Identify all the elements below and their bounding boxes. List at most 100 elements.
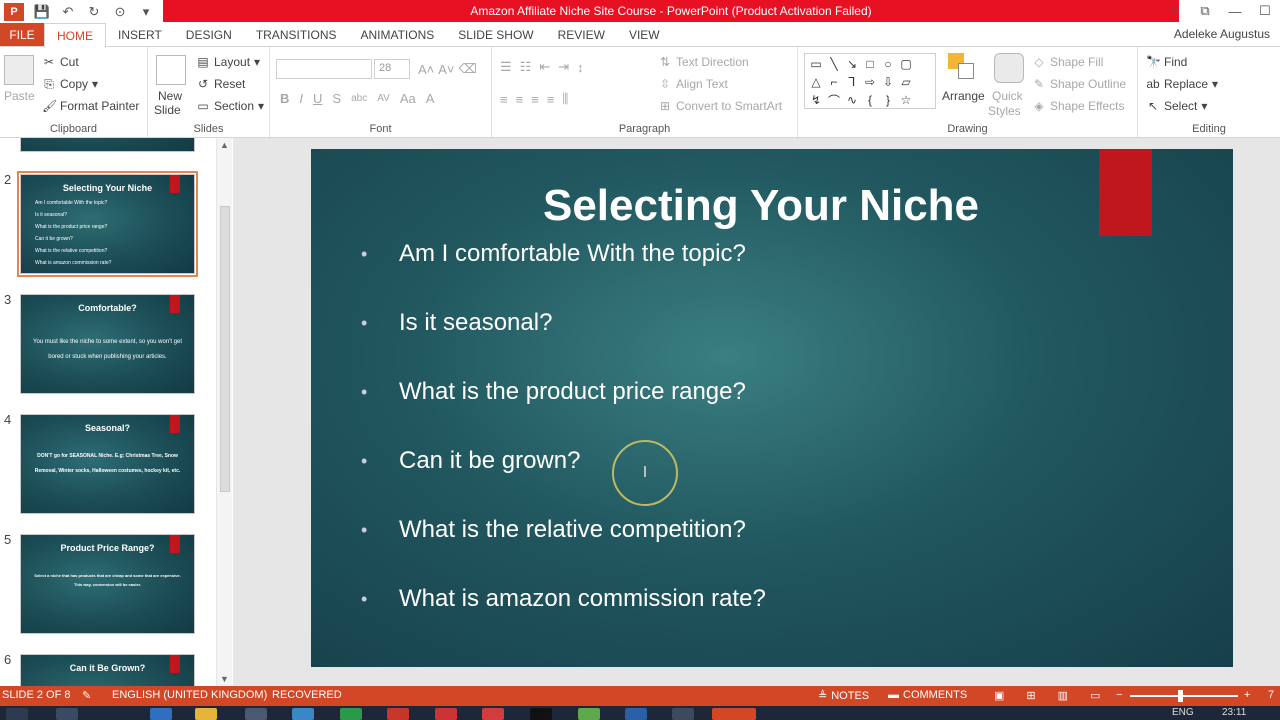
clock[interactable]: 23:11 [1222,707,1246,718]
tab-animations[interactable]: ANIMATIONS [348,23,446,47]
down-arrow-shape-icon[interactable]: ⇩ [879,73,897,91]
scroll-down-icon[interactable]: ▼ [220,674,229,684]
slide-bullet[interactable]: Is it seasonal? [361,308,766,377]
decrease-indent-icon[interactable]: ⇤ [539,59,550,75]
slide-bullet[interactable]: What is the product price range? [361,377,766,446]
redo-icon[interactable]: ↻ [82,2,106,22]
arc-shape-icon[interactable]: ⌒ [825,91,843,109]
change-case-icon[interactable]: Aa [400,91,416,106]
numbering-icon[interactable]: ☷ [520,59,532,75]
bullets-icon[interactable]: ☰ [500,59,512,75]
quick-styles-label-2[interactable]: Styles [988,104,1021,118]
normal-view-icon[interactable]: ▣ [994,689,1004,702]
ie-icon[interactable] [150,708,172,720]
shape-outline-button[interactable]: ✎ Shape Outline [1032,77,1126,91]
brace-right-shape-icon[interactable]: } [879,91,897,109]
tab-review[interactable]: REVIEW [546,23,617,47]
app-icon[interactable] [482,708,504,720]
search-icon[interactable] [56,708,78,720]
app-icon[interactable] [530,708,552,720]
zoom-slider-handle[interactable] [1178,690,1183,702]
app-icon[interactable] [387,708,409,720]
replace-button[interactable]: ab Replace ▾ [1146,77,1218,91]
shape-fill-button[interactable]: ◇ Shape Fill [1032,55,1103,69]
shrink-font-icon[interactable]: A˅ [438,62,454,77]
tab-slide-show[interactable]: SLIDE SHOW [446,23,545,47]
callout-shape-icon[interactable]: ▱ [897,73,915,91]
section-button[interactable]: ▭ Section ▾ [196,99,264,113]
new-slide-icon[interactable] [156,55,186,85]
slide-bullet[interactable]: What is the relative competition? [361,515,766,584]
minimize-button[interactable]: — [1220,0,1250,22]
slide-bullet[interactable]: Am I comfortable With the topic? [361,239,766,308]
shape-effects-button[interactable]: ◈ Shape Effects [1032,99,1124,113]
tab-insert[interactable]: INSERT [106,23,174,47]
thumbnail-scrollbar[interactable]: ▲ ▼ [216,138,232,686]
slide-sorter-icon[interactable]: ⊞ [1026,689,1035,702]
zoom-level[interactable]: 7 [1268,689,1274,701]
block-arrow-shape-icon[interactable]: ⇨ [861,73,879,91]
font-name-field[interactable] [276,59,372,79]
format-painter-button[interactable]: 🖌 Format Painter [42,99,139,113]
paste-icon[interactable] [4,55,34,85]
new-slide-label-1[interactable]: New [158,89,182,103]
italic-icon[interactable]: I [299,91,303,106]
brace-left-shape-icon[interactable]: { [861,91,879,109]
slide-thumbnail-5[interactable]: Product Price Range? Select a niche that… [20,534,195,634]
paste-button[interactable]: Paste [4,89,35,103]
find-button[interactable]: 🔭 Find [1146,55,1187,69]
font-size-field[interactable]: 28 [374,59,410,79]
word-icon[interactable] [625,708,647,720]
elbow-shape-icon[interactable]: ⅂ [843,73,861,91]
bold-icon[interactable]: B [280,91,289,106]
powerpoint-taskbar-icon[interactable] [712,708,756,720]
tab-transitions[interactable]: TRANSITIONS [244,23,349,47]
align-left-icon[interactable]: ≡ [500,92,508,107]
slide-thumbnail-6[interactable]: Can it Be Grown? [20,654,195,686]
scrollbar-thumb[interactable] [220,206,230,492]
tab-design[interactable]: DESIGN [174,23,244,47]
line-spacing-icon[interactable]: ↕ [577,60,584,75]
undo-icon[interactable]: ↶ [56,2,80,22]
quick-styles-icon[interactable] [994,53,1024,83]
slide-title[interactable]: Selecting Your Niche [311,181,1211,231]
tab-file[interactable]: FILE [0,23,44,47]
input-language[interactable]: ENG [1172,707,1194,718]
star-shape-icon[interactable]: ☆ [897,91,915,109]
textbox-shape-icon[interactable]: ▭ [807,55,825,73]
triangle-shape-icon[interactable]: △ [807,73,825,91]
increase-indent-icon[interactable]: ⇥ [558,59,569,75]
zoom-slider[interactable] [1130,690,1238,702]
arrange-button[interactable]: Arrange [942,89,985,103]
slide-thumbnail-2[interactable]: Selecting Your Niche Am I comfortable Wi… [17,171,198,277]
user-name[interactable]: Adeleke Augustus [1174,27,1270,41]
align-center-icon[interactable]: ≡ [516,92,524,107]
oval-shape-icon[interactable]: ○ [879,55,897,73]
app-icon[interactable] [435,708,457,720]
new-slide-label-2[interactable]: Slide [154,103,181,117]
app-icon[interactable] [672,708,694,720]
maximize-button[interactable]: ☐ [1250,0,1280,22]
select-button[interactable]: ↖ Select ▾ [1146,99,1207,113]
start-icon[interactable] [6,708,28,720]
layout-button[interactable]: ▤ Layout ▾ [196,55,260,69]
line-shape-icon[interactable]: ╲ [825,55,843,73]
slide-thumbnail-4[interactable]: Seasonal? DON'T go for SEASONAL Niche. E… [20,414,195,514]
save-icon[interactable]: 💾 [30,2,54,22]
text-direction-button[interactable]: ⇅ Text Direction [658,55,749,69]
slide-bullet[interactable]: Can it be grown? [361,446,766,515]
copy-button[interactable]: ⎘ Copy ▾ [42,77,98,91]
align-right-icon[interactable]: ≡ [531,92,539,107]
connector-shape-icon[interactable]: ⌐ [825,73,843,91]
help-button[interactable]: ? [1160,0,1190,22]
slide-thumbnail-1[interactable] [20,138,195,152]
reading-view-icon[interactable]: ▥ [1058,689,1068,702]
ribbon-display-button[interactable]: ⧉ [1190,0,1220,22]
align-text-button[interactable]: ⇳ Align Text [658,77,728,91]
language-label[interactable]: ENGLISH (UNITED KINGDOM) [112,689,267,701]
clear-format-icon[interactable]: ⌫ [459,61,477,77]
slide-thumbnail-3[interactable]: Comfortable? You must like the niche to … [20,294,195,394]
scroll-up-icon[interactable]: ▲ [220,140,229,150]
underline-icon[interactable]: U [313,91,322,106]
comments-button[interactable]: ▬ COMMENTS [888,689,967,701]
